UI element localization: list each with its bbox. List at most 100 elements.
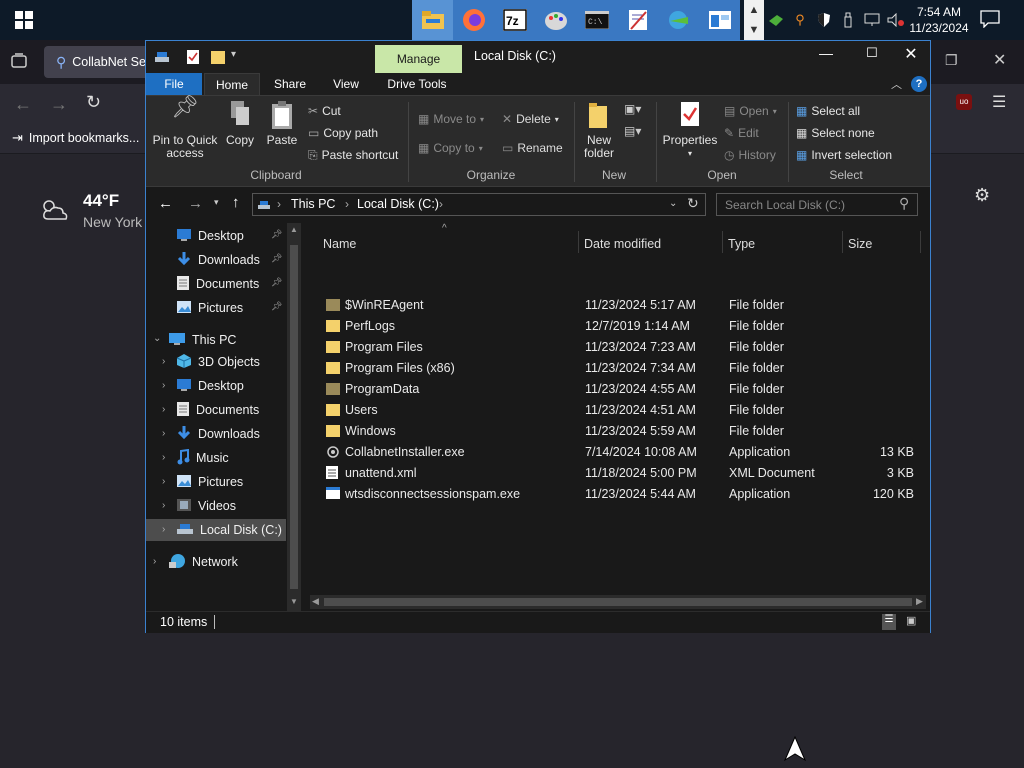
taskbar-firefox[interactable] [453, 0, 494, 40]
delete-button[interactable]: ✕ Delete ▾ [502, 109, 559, 129]
taskbar-paint[interactable] [535, 0, 576, 40]
properties-button[interactable]: Properties ▾ [660, 100, 720, 160]
qat-properties-icon[interactable] [186, 49, 200, 70]
taskbar-file-explorer[interactable] [412, 0, 453, 40]
nav-pc-item[interactable]: Local Disk (C:) [176, 519, 282, 541]
taskbar-overflow-arrows[interactable]: ▲ ▼ [744, 0, 764, 40]
start-button[interactable] [0, 0, 48, 40]
taskbar-clock[interactable]: 7:54 AM 11/23/2024 [905, 4, 973, 36]
new-item-button[interactable]: ▣▾ [624, 102, 641, 116]
paste-shortcut-button[interactable]: ⎘ Paste shortcut [308, 145, 398, 165]
taskbar-notepad[interactable] [617, 0, 658, 40]
tab-overview-button[interactable] [10, 52, 30, 72]
breadcrumb-this-pc[interactable]: This PC [291, 197, 335, 211]
column-header-size[interactable]: Size [848, 237, 872, 251]
cut-button[interactable]: ✂ Cut [308, 101, 341, 121]
select-none-button[interactable]: ▦ Select none [796, 123, 875, 143]
column-divider[interactable] [578, 231, 579, 253]
back-button[interactable]: ← [158, 195, 173, 212]
file-row[interactable]: Users 11/23/2024 4:51 AM File folder [306, 400, 930, 421]
file-row[interactable]: unattend.xml 11/18/2024 5:00 PM XML Docu… [306, 463, 930, 484]
tray-shield-icon[interactable] [814, 10, 834, 30]
chevron-right-icon[interactable]: › [162, 404, 165, 415]
pin-to-quick-access-button[interactable]: 📌︎ Pin to Quick access [152, 96, 218, 160]
copy-to-button[interactable]: ▦ Copy to ▾ [418, 138, 483, 158]
tab-share[interactable]: Share [264, 73, 316, 95]
large-icons-view-button[interactable]: ▣ [906, 614, 922, 630]
nav-quick-desktop[interactable]: Desktop [176, 225, 244, 247]
file-row[interactable]: wtsdisconnectsessionspam.exe 11/23/2024 … [306, 484, 930, 505]
h-scroll-thumb[interactable] [324, 598, 912, 606]
ublock-icon[interactable]: uo [956, 94, 972, 110]
help-icon[interactable]: ? [911, 76, 927, 92]
nav-scroll-thumb[interactable] [290, 245, 298, 589]
file-row[interactable]: Windows 11/23/2024 5:59 AM File folder [306, 421, 930, 442]
new-folder-button[interactable]: New folder [578, 100, 620, 160]
taskbar-terminal[interactable]: C:\ [576, 0, 617, 40]
chevron-right-icon[interactable]: › [162, 380, 165, 391]
up-button[interactable]: ↑ [232, 194, 240, 211]
recent-locations-dropdown[interactable]: ▾ [214, 197, 219, 208]
qat-new-folder-icon[interactable] [210, 50, 226, 69]
scroll-down-arrow-icon[interactable]: ▼ [290, 597, 298, 606]
edit-button[interactable]: ✎ Edit [724, 123, 759, 143]
chevron-right-icon[interactable]: › [162, 452, 165, 463]
nav-pc-item[interactable]: Videos [176, 495, 236, 517]
nav-pane-scrollbar[interactable]: ▲ ▼ [287, 223, 301, 611]
nav-quick-pictures[interactable]: Pictures [176, 297, 243, 319]
collapse-ribbon-chevron-icon[interactable]: ︿ [891, 76, 902, 92]
tray-network-icon[interactable] [862, 10, 882, 30]
nav-this-pc[interactable]: This PC [168, 329, 236, 351]
chevron-right-icon[interactable]: › [162, 428, 165, 439]
nav-network[interactable]: Network [168, 551, 238, 573]
tab-home[interactable]: Home [204, 73, 260, 95]
back-arrow-icon[interactable]: ← [14, 94, 32, 115]
nav-pc-item[interactable]: Documents [176, 399, 259, 421]
scroll-up-arrow-icon[interactable]: ▲ [290, 225, 298, 234]
file-row[interactable]: PerfLogs 12/7/2019 1:14 AM File folder [306, 316, 930, 337]
restore-window-button[interactable]: ❐ [945, 52, 958, 69]
address-field[interactable]: › This PC › Local Disk (C:) › ⌄ ↻ [252, 193, 706, 216]
chevron-down-icon[interactable]: ⌄ [153, 333, 161, 344]
nav-pc-item[interactable]: Music [176, 447, 229, 469]
chevron-right-icon[interactable]: › [162, 476, 165, 487]
copy-path-button[interactable]: ▭ Copy path [308, 123, 378, 143]
column-header-date-modified[interactable]: Date modified [584, 237, 661, 251]
import-bookmarks-link[interactable]: ⇥ Import bookmarks... [12, 130, 139, 146]
maximize-button[interactable]: ☐ [852, 45, 892, 69]
file-row[interactable]: Program Files 11/23/2024 7:23 AM File fo… [306, 337, 930, 358]
taskbar-7zip[interactable]: 7z [494, 0, 535, 40]
easy-access-button[interactable]: ▤▾ [624, 124, 641, 138]
file-row[interactable]: ProgramData 11/23/2024 4:55 AM File fold… [306, 379, 930, 400]
column-header-name[interactable]: Name [323, 237, 356, 251]
chevron-up-icon[interactable]: ▲ [749, 4, 760, 16]
nav-quick-downloads[interactable]: Downloads [176, 249, 260, 271]
open-button[interactable]: ▤ Open ▾ [724, 101, 777, 121]
nav-pc-item[interactable]: Pictures [176, 471, 243, 493]
manage-context-tab[interactable]: Manage [375, 45, 462, 73]
tab-view[interactable]: View [320, 73, 372, 95]
minimize-button[interactable]: — [806, 45, 846, 69]
paste-button[interactable]: Paste [264, 100, 300, 147]
nav-pc-item[interactable]: 3D Objects [176, 351, 260, 373]
column-divider[interactable] [920, 231, 921, 253]
history-button[interactable]: ◷ History [724, 145, 776, 165]
file-row[interactable]: $WinREAgent 11/23/2024 5:17 AM File fold… [306, 295, 930, 316]
forward-arrow-icon[interactable]: → [50, 94, 68, 115]
chevron-right-icon[interactable]: › [162, 524, 165, 535]
tray-network-app-icon[interactable] [766, 10, 786, 30]
action-center-button[interactable] [980, 10, 1002, 30]
select-all-button[interactable]: ▦ Select all [796, 101, 860, 121]
chevron-right-icon[interactable]: › [162, 500, 165, 511]
invert-selection-button[interactable]: ▦ Invert selection [796, 145, 892, 165]
tray-search-icon[interactable]: ⚲ [790, 10, 810, 30]
chevron-down-icon[interactable]: ▼ [749, 24, 760, 36]
horizontal-scrollbar[interactable]: ◀ ▶ [310, 595, 926, 609]
chevron-right-icon[interactable]: › [162, 356, 165, 367]
newtab-settings-gear-icon[interactable]: ⚙ [974, 185, 990, 206]
tray-volume-muted-icon[interactable] [886, 10, 906, 30]
search-box[interactable]: Search Local Disk (C:) ⚲ [716, 193, 918, 216]
column-divider[interactable] [842, 231, 843, 253]
tray-usb-icon[interactable] [838, 10, 858, 30]
rename-button[interactable]: ▭ Rename [502, 138, 563, 158]
